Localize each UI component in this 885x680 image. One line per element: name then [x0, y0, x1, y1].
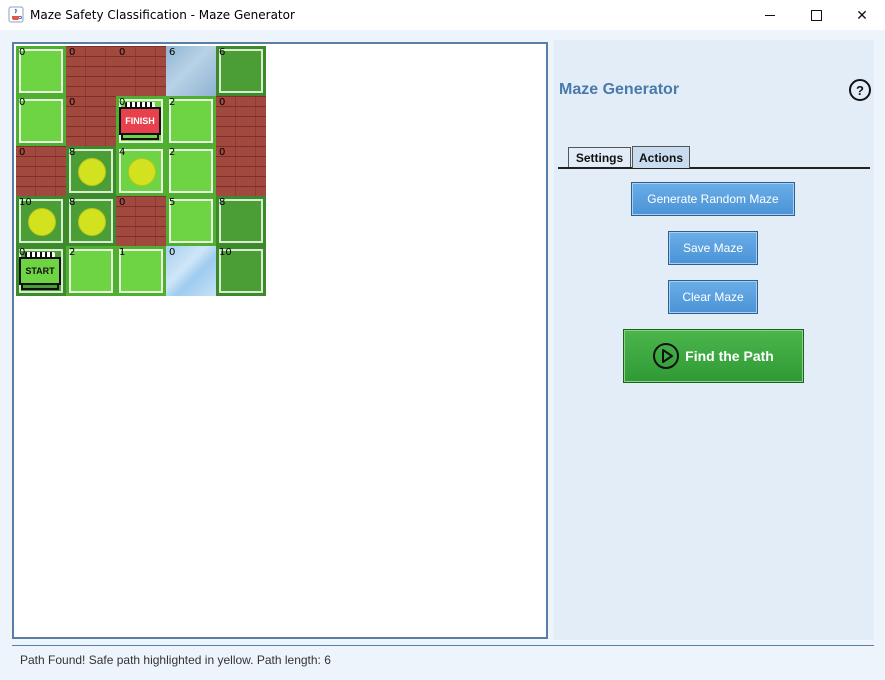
maze-cell[interactable]: 2 — [166, 96, 216, 146]
tab-actions[interactable]: Actions — [632, 146, 690, 168]
maze-cell[interactable]: 0 START — [16, 246, 66, 296]
help-question-icon[interactable]: ? — [849, 79, 871, 101]
maze-cell[interactable]: 2 — [66, 246, 116, 296]
clear-maze-button[interactable]: Clear Maze — [668, 280, 758, 314]
cell-risk-value: 2 — [169, 97, 176, 108]
clear-button-label: Clear Maze — [682, 290, 744, 304]
start-sign-icon: START — [19, 251, 61, 291]
title-bar: Maze Safety Classification - Maze Genera… — [0, 0, 885, 30]
path-marker-icon — [128, 158, 156, 186]
maze-cell[interactable]: 0 — [216, 96, 266, 146]
minimize-button[interactable] — [747, 0, 793, 30]
maze-cell[interactable]: 0 — [66, 46, 116, 96]
maze-cell[interactable]: 8 — [216, 196, 266, 246]
maze-cell[interactable]: 8 — [66, 196, 116, 246]
tab-settings[interactable]: Settings — [568, 147, 631, 167]
save-maze-button[interactable]: Save Maze — [668, 231, 758, 265]
cell-risk-value: 0 — [119, 47, 126, 58]
maze-cell[interactable]: 0 — [16, 46, 66, 96]
cell-risk-value: 8 — [219, 197, 226, 208]
close-button[interactable]: ✕ — [839, 0, 885, 30]
save-button-label: Save Maze — [682, 241, 744, 255]
finish-label: FINISH — [119, 107, 161, 135]
cell-risk-value: 6 — [219, 47, 226, 58]
cell-risk-value: 0 — [19, 47, 26, 58]
window-title: Maze Safety Classification - Maze Genera… — [30, 8, 295, 22]
maze-cell[interactable]: 0 — [216, 146, 266, 196]
cell-risk-value: 1 — [119, 247, 126, 258]
maze-cell[interactable]: 0 — [166, 246, 216, 296]
cell-risk-value: 0 — [19, 147, 26, 158]
maximize-button[interactable] — [793, 0, 839, 30]
maze-cell[interactable]: 10 — [216, 246, 266, 296]
cell-risk-value: 10 — [219, 247, 232, 258]
start-label: START — [19, 257, 61, 285]
maze-cell[interactable]: 8 — [66, 146, 116, 196]
maze-cell[interactable]: 0 — [66, 96, 116, 146]
maze-cell[interactable]: 0 — [16, 146, 66, 196]
play-circle-icon — [653, 343, 680, 369]
cell-risk-value: 4 — [119, 147, 126, 158]
close-icon: ✕ — [856, 6, 868, 23]
maze-cell[interactable]: 5 — [166, 196, 216, 246]
maze-grid[interactable]: 0 0 0 6 6 0 0 0 FINISH 2 0 0 8 4 2 0 10 8 0 5 8 0 START 2 1 0 10 — [16, 46, 266, 296]
find-the-path-button[interactable]: Find the Path — [623, 329, 804, 383]
minimize-icon — [765, 14, 775, 16]
tab-strip: Settings Actions — [558, 146, 870, 171]
generate-random-maze-button[interactable]: Generate Random Maze — [631, 182, 795, 216]
cell-risk-value: 0 — [119, 197, 126, 208]
maze-cell[interactable]: 0 — [116, 46, 166, 96]
path-marker-icon — [78, 158, 106, 186]
cell-risk-value: 0 — [69, 97, 76, 108]
cell-risk-value: 8 — [69, 147, 76, 158]
path-marker-icon — [78, 208, 106, 236]
cell-risk-value: 6 — [169, 47, 176, 58]
cell-risk-value: 2 — [69, 247, 76, 258]
tab-divider — [558, 167, 870, 169]
control-panel: Maze Generator ? Settings Actions Genera… — [554, 40, 874, 640]
cell-risk-value: 0 — [219, 147, 226, 158]
finish-sign-icon: FINISH — [119, 101, 161, 141]
sign-stand — [21, 284, 59, 290]
generate-button-label: Generate Random Maze — [647, 192, 779, 206]
cell-risk-value: 0 — [19, 97, 26, 108]
cell-risk-value: 8 — [69, 197, 76, 208]
maze-cell[interactable]: 1 — [116, 246, 166, 296]
status-divider — [12, 645, 874, 646]
maze-panel: 0 0 0 6 6 0 0 0 FINISH 2 0 0 8 4 2 0 10 8 0 5 8 0 START 2 1 0 10 — [12, 42, 548, 639]
maze-cell[interactable]: 6 — [216, 46, 266, 96]
maze-cell[interactable]: 2 — [166, 146, 216, 196]
maximize-icon — [810, 9, 822, 21]
maze-cell[interactable]: 0 — [116, 196, 166, 246]
maze-cell[interactable]: 0 FINISH — [116, 96, 166, 146]
maze-cell[interactable]: 4 — [116, 146, 166, 196]
cell-risk-value: 0 — [69, 47, 76, 58]
cell-risk-value: 2 — [169, 147, 176, 158]
maze-cell[interactable]: 10 — [16, 196, 66, 246]
status-message: Path Found! Safe path highlighted in yel… — [20, 653, 331, 667]
find-button-label: Find the Path — [685, 348, 774, 364]
sign-stand — [121, 134, 159, 140]
cell-risk-value: 5 — [169, 197, 176, 208]
java-cup-icon — [8, 6, 24, 23]
path-marker-icon — [28, 208, 56, 236]
cell-risk-value: 10 — [19, 197, 32, 208]
maze-cell[interactable]: 0 — [16, 96, 66, 146]
maze-cell[interactable]: 6 — [166, 46, 216, 96]
cell-risk-value: 0 — [169, 247, 176, 258]
cell-risk-value: 0 — [219, 97, 226, 108]
panel-title: Maze Generator — [559, 81, 680, 98]
